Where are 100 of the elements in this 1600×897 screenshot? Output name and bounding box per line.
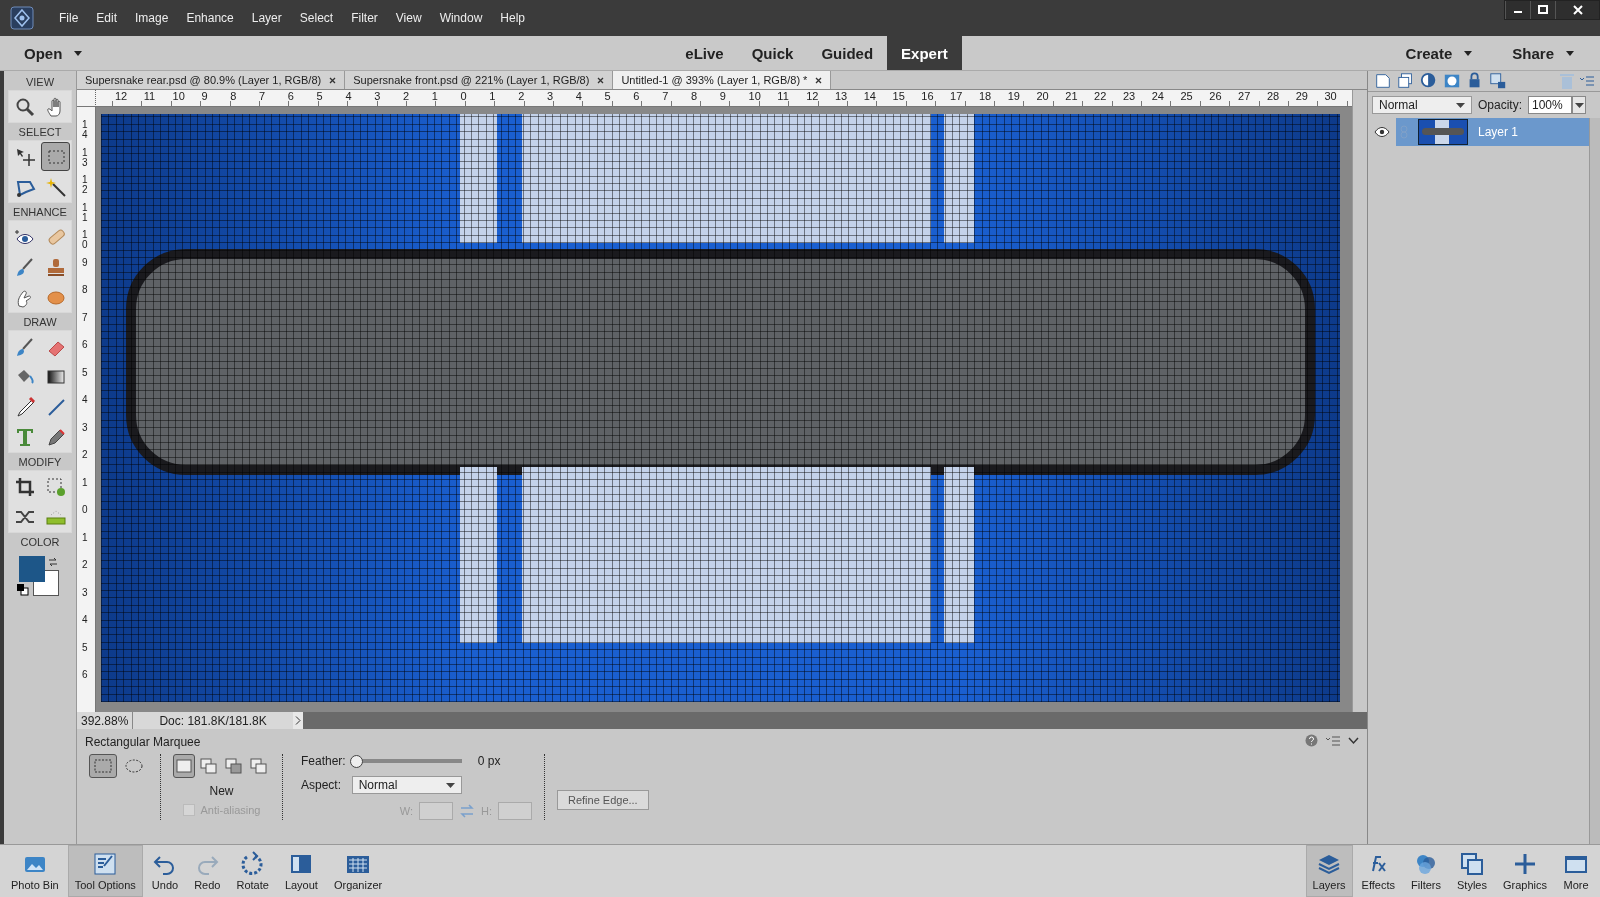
ruler-label: 6 <box>81 670 88 682</box>
collapse-chevron-icon[interactable] <box>1348 736 1359 745</box>
menu-item[interactable]: File <box>50 11 88 25</box>
toolbox-section-title: MODIFY <box>18 456 62 468</box>
overlapping-squares-icon <box>225 758 243 774</box>
document-tab[interactable]: Supersnake rear.psd @ 80.9% (Layer 1, RGB/8) <box>77 71 346 89</box>
layout-button[interactable]: Layout <box>277 845 325 897</box>
ruler-label: 4 <box>81 395 88 407</box>
menu-item[interactable]: View <box>386 11 431 25</box>
help-icon[interactable] <box>1305 734 1318 747</box>
ruler-label: 12 <box>114 90 129 104</box>
ruler-label: 14 <box>81 120 88 142</box>
undo-button[interactable]: Undo <box>144 845 186 897</box>
ruler-label: 1 <box>430 90 439 104</box>
mode-tab[interactable]: Guided <box>807 36 888 70</box>
opacity-label: Opacity: <box>1478 98 1522 112</box>
menu-item[interactable]: Filter <box>342 11 387 25</box>
marquee-tool-button[interactable] <box>41 142 70 171</box>
ruler-label: 1 <box>488 90 497 104</box>
open-button[interactable]: Open <box>0 44 99 62</box>
opacity-dropdown-button[interactable] <box>1572 96 1586 114</box>
selection-mode-button[interactable] <box>173 754 195 778</box>
maximize-button[interactable] <box>1530 1 1555 19</box>
aspect-label: Aspect: <box>301 778 342 792</box>
panel-menu-icon[interactable] <box>1580 76 1594 86</box>
photo-bin-button[interactable]: Photo Bin <box>4 845 66 897</box>
layers-button[interactable]: Layers <box>1305 845 1353 897</box>
group-icon[interactable] <box>1397 72 1415 90</box>
mode-tab[interactable]: Expert <box>887 36 962 70</box>
ruler-label: 2 <box>401 90 411 104</box>
ruler-label: 5 <box>81 367 88 380</box>
adjustment-icon[interactable] <box>1420 72 1438 90</box>
menu-item[interactable]: Window <box>430 11 492 25</box>
document-tab[interactable]: Supersnake front.psd @ 221% (Layer 1, RGB/8) <box>345 71 614 89</box>
close-icon[interactable] <box>815 76 823 84</box>
mode-tab[interactable]: Quick <box>737 36 808 70</box>
toolbox-section-title: SELECT <box>18 126 62 138</box>
menu-item[interactable]: Edit <box>87 11 127 25</box>
rotate-button[interactable]: Rotate <box>229 845 276 897</box>
close-button[interactable] <box>1555 1 1599 19</box>
ruler-label: 28 <box>1265 90 1281 104</box>
redo-button[interactable]: Redo <box>187 845 228 897</box>
rectangular-marquee-button[interactable] <box>89 754 117 778</box>
menu-item[interactable]: Layer <box>242 11 291 25</box>
ruler-label: 2 <box>81 560 88 572</box>
panel-scrollbar[interactable] <box>1589 118 1600 844</box>
new-layer-icon[interactable] <box>1374 72 1392 90</box>
app-logo-icon <box>10 6 34 30</box>
blend-mode-dropdown[interactable]: Normal <box>1372 96 1472 114</box>
ruler-label: 5 <box>81 642 88 655</box>
chevron-right-icon[interactable] <box>292 712 303 729</box>
tool-options-button[interactable]: Tool Options <box>67 845 143 897</box>
ruler-label: 7 <box>81 312 88 325</box>
more-button[interactable]: More <box>1556 845 1596 897</box>
mask-icon[interactable] <box>1443 72 1461 90</box>
slider-thumb[interactable] <box>349 754 363 768</box>
share-button[interactable]: Share <box>1488 44 1590 62</box>
styles-button[interactable]: Styles <box>1450 845 1494 897</box>
ruler-label: 15 <box>891 90 906 104</box>
visibility-eye-icon[interactable] <box>1374 126 1390 138</box>
dashed-ellipse-icon <box>124 758 144 774</box>
menu-item[interactable]: Image <box>126 11 178 25</box>
ruler-label: 9 <box>200 90 209 104</box>
ruler-label: 5 <box>603 90 612 104</box>
ruler-label: 11 <box>142 90 157 104</box>
organizer-button[interactable]: Organizer <box>326 845 390 897</box>
create-button[interactable]: Create <box>1381 44 1489 62</box>
filters-button[interactable]: Filters <box>1404 845 1448 897</box>
ruler-label: 9 <box>81 257 88 270</box>
ruler-label: 11 <box>776 90 790 104</box>
crop-icon <box>13 475 36 498</box>
horizontal-scrollbar[interactable] <box>302 712 1367 729</box>
ruler-label: 7 <box>661 90 670 104</box>
panel-menu-icon[interactable] <box>1326 735 1340 746</box>
menu-item[interactable]: Help <box>491 11 534 25</box>
zoom-level-text: 392.88% <box>77 712 134 729</box>
ruler-label: 3 <box>373 90 382 104</box>
ruler-label: 7 <box>258 90 267 104</box>
close-icon[interactable] <box>597 76 605 84</box>
aspect-dropdown[interactable]: Normal <box>351 776 462 794</box>
lock-transparency-icon[interactable] <box>1489 72 1507 90</box>
maximize-icon <box>1538 5 1548 15</box>
close-icon[interactable] <box>329 76 337 84</box>
menu-item[interactable]: Enhance <box>177 11 243 25</box>
opacity-field[interactable]: 100% <box>1528 96 1572 114</box>
default-colors-icon[interactable] <box>17 584 29 596</box>
swap-arrows-icon[interactable] <box>47 556 59 568</box>
graphics-button[interactable]: Graphics <box>1495 845 1554 897</box>
ruler-label: 12 <box>805 90 820 104</box>
ruler-label: 3 <box>545 90 555 104</box>
minimize-button[interactable] <box>1505 1 1530 19</box>
document-tab[interactable]: Untitled-1 @ 393% (Layer 1, RGB/8) * <box>613 71 832 89</box>
styles-icon <box>1459 851 1485 877</box>
refine-edge-button[interactable]: Refine Edge... <box>556 790 649 810</box>
ruler-label: 13 <box>833 90 849 104</box>
caret-icon <box>1566 50 1574 56</box>
document-size-text: Doc: 181.8K/181.8K <box>133 712 293 729</box>
mode-tab[interactable]: eLive <box>671 36 738 70</box>
effects-button[interactable]: Effects <box>1354 845 1403 897</box>
menu-item[interactable]: Select <box>290 11 343 25</box>
